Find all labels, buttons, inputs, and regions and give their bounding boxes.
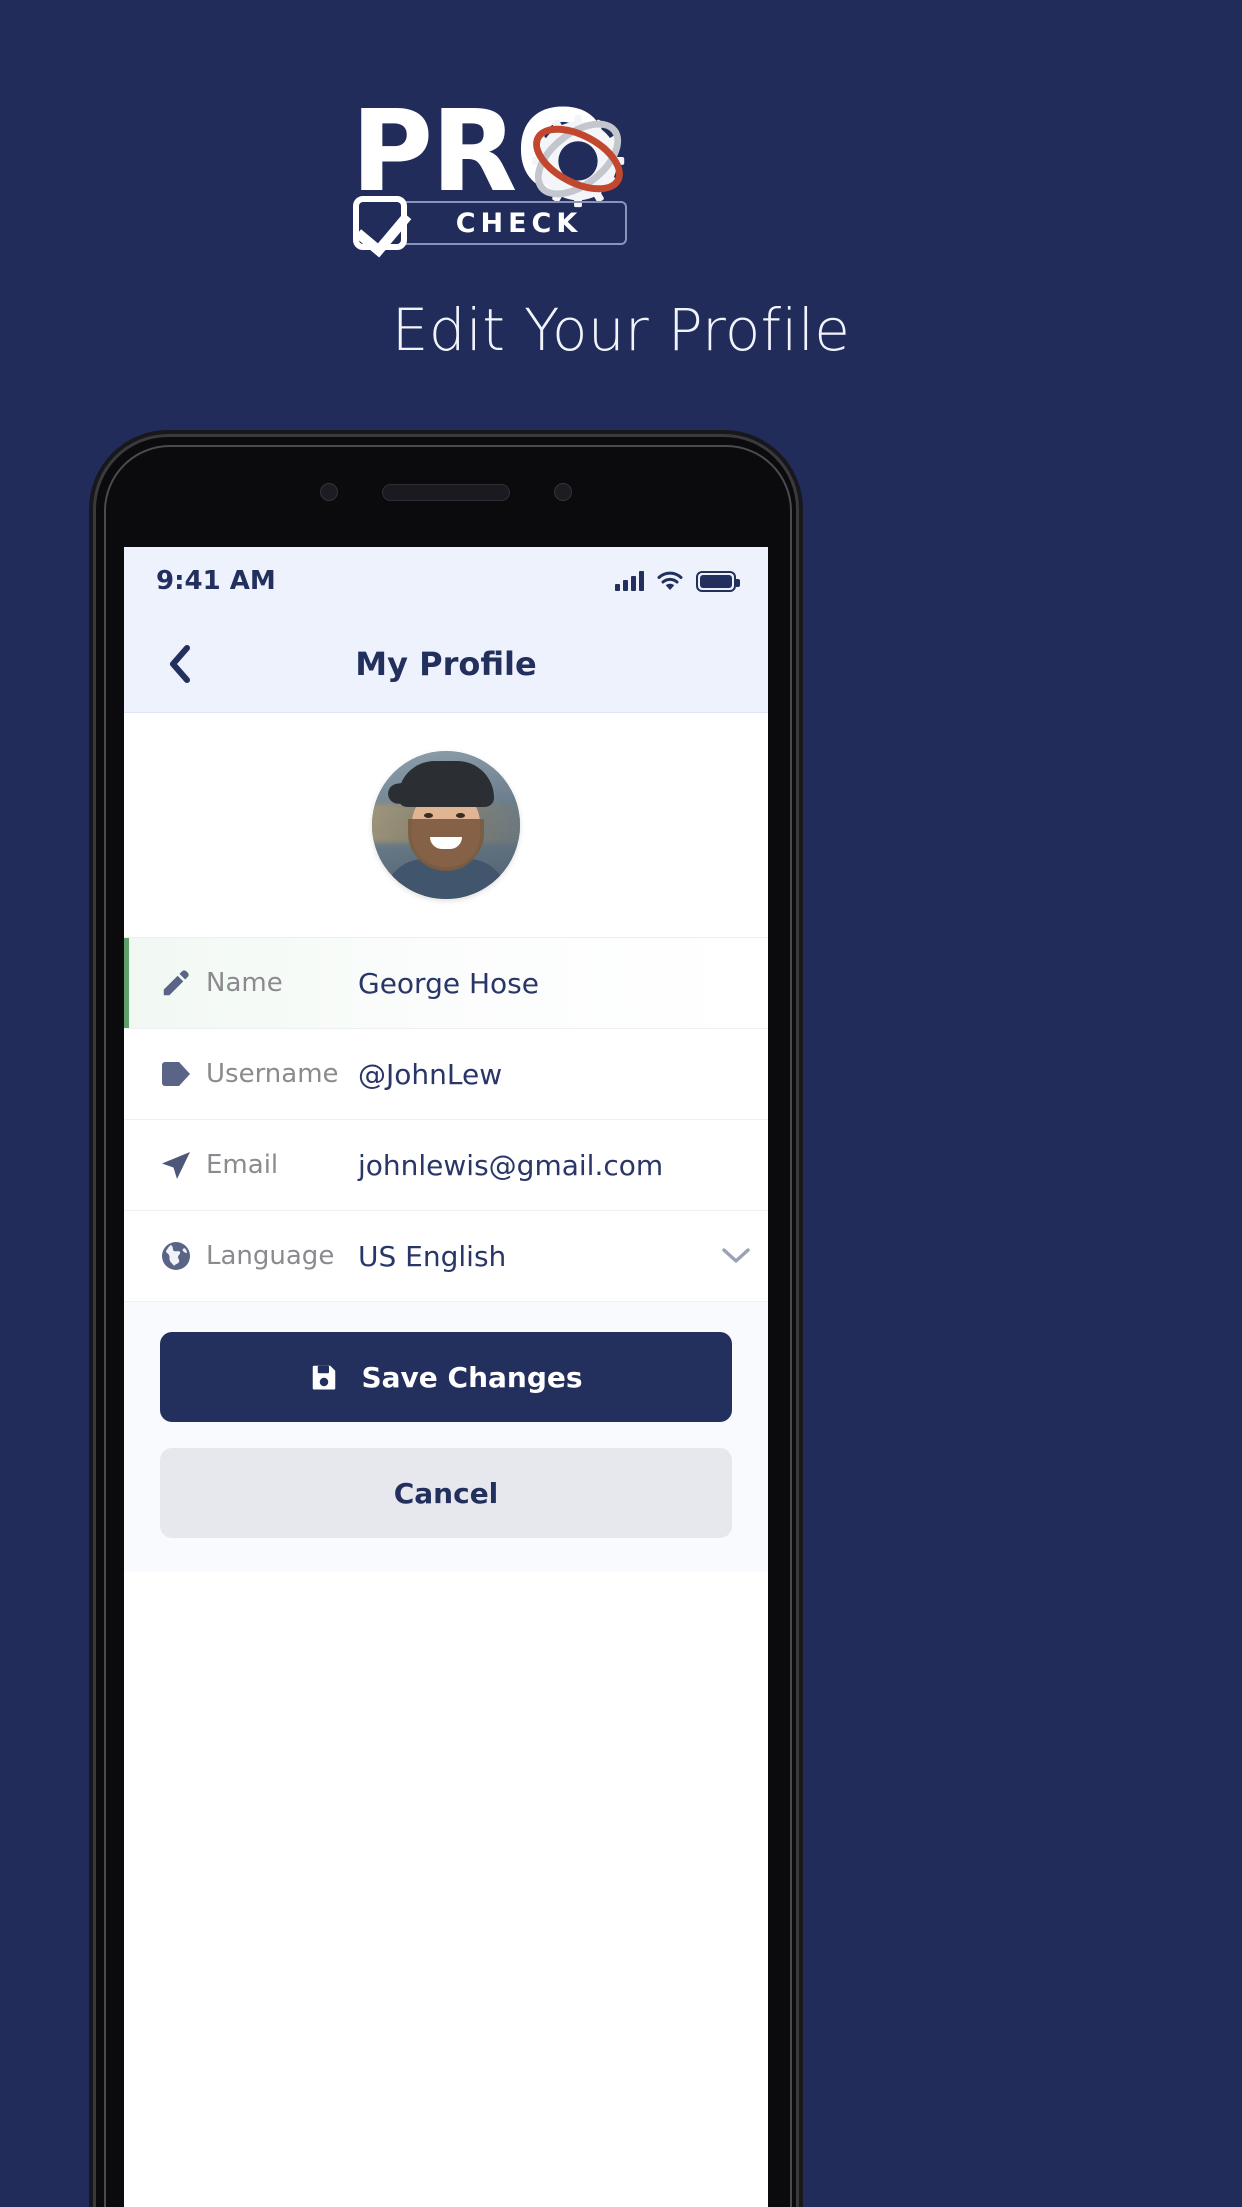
field-label: Name — [206, 968, 283, 998]
earpiece-speaker — [382, 483, 510, 501]
avatar[interactable] — [372, 751, 520, 899]
field-label: Email — [206, 1150, 279, 1180]
battery-icon — [696, 570, 740, 592]
field-value[interactable]: @JohnLew — [358, 1058, 768, 1091]
field-row-name[interactable]: Name George Hose — [124, 938, 768, 1029]
brand-logo: PRO CHECK — [0, 96, 1242, 250]
avatar-section — [124, 713, 768, 938]
page-title: My Profile — [355, 644, 537, 683]
field-row-email[interactable]: Email johnlewis@gmail.com — [124, 1120, 768, 1211]
status-bar: 9:41 AM — [124, 547, 768, 615]
globe-icon — [160, 1240, 206, 1272]
check-bar: CHECK — [399, 201, 627, 245]
action-buttons: Save Changes Cancel — [124, 1302, 768, 1572]
pencil-icon — [160, 968, 206, 998]
floppy-disk-save-icon — [313, 1365, 336, 1390]
chevron-down-icon[interactable] — [714, 1247, 768, 1265]
check-lockup: CHECK — [353, 196, 627, 250]
wifi-icon — [657, 571, 683, 590]
camera-sensor-icon — [320, 483, 338, 501]
phone-notch — [96, 477, 796, 507]
status-icons — [615, 570, 740, 592]
send-arrow-icon — [160, 1150, 206, 1180]
app-nav-bar: My Profile — [124, 615, 768, 713]
back-button[interactable] — [152, 636, 208, 692]
status-time: 9:41 AM — [156, 566, 276, 596]
save-changes-button[interactable]: Save Changes — [160, 1332, 732, 1422]
field-value[interactable]: US English — [358, 1240, 714, 1273]
chevron-left-icon — [170, 644, 190, 683]
phone-mockup: 9:41 AM My Profile Name George Hose User… — [96, 437, 796, 2207]
field-label: Username — [206, 1059, 339, 1089]
poster-canvas: PRO CHECK Edit Your Profile 9:41 AM My P… — [0, 0, 1242, 2207]
logo-wrap: PRO CHECK — [351, 96, 891, 250]
field-row-language[interactable]: Language US English — [124, 1211, 768, 1302]
save-changes-label: Save Changes — [361, 1360, 583, 1394]
tag-icon — [160, 1061, 206, 1087]
field-value[interactable]: johnlewis@gmail.com — [358, 1149, 768, 1182]
page-headline: Edit Your Profile — [391, 296, 851, 364]
checkbox-checked-icon — [353, 196, 407, 250]
profile-field-list: Name George Hose Username @JohnLew Email… — [124, 938, 768, 1302]
camera-lens-icon — [554, 483, 572, 501]
field-label: Language — [206, 1241, 335, 1271]
cancel-button[interactable]: Cancel — [160, 1448, 732, 1538]
check-wordmark: CHECK — [455, 207, 583, 239]
field-row-username[interactable]: Username @JohnLew — [124, 1029, 768, 1120]
field-value[interactable]: George Hose — [358, 967, 768, 1000]
signal-bars-icon — [615, 571, 644, 591]
cancel-label: Cancel — [393, 1476, 499, 1510]
phone-screen: 9:41 AM My Profile Name George Hose User… — [124, 547, 768, 2207]
